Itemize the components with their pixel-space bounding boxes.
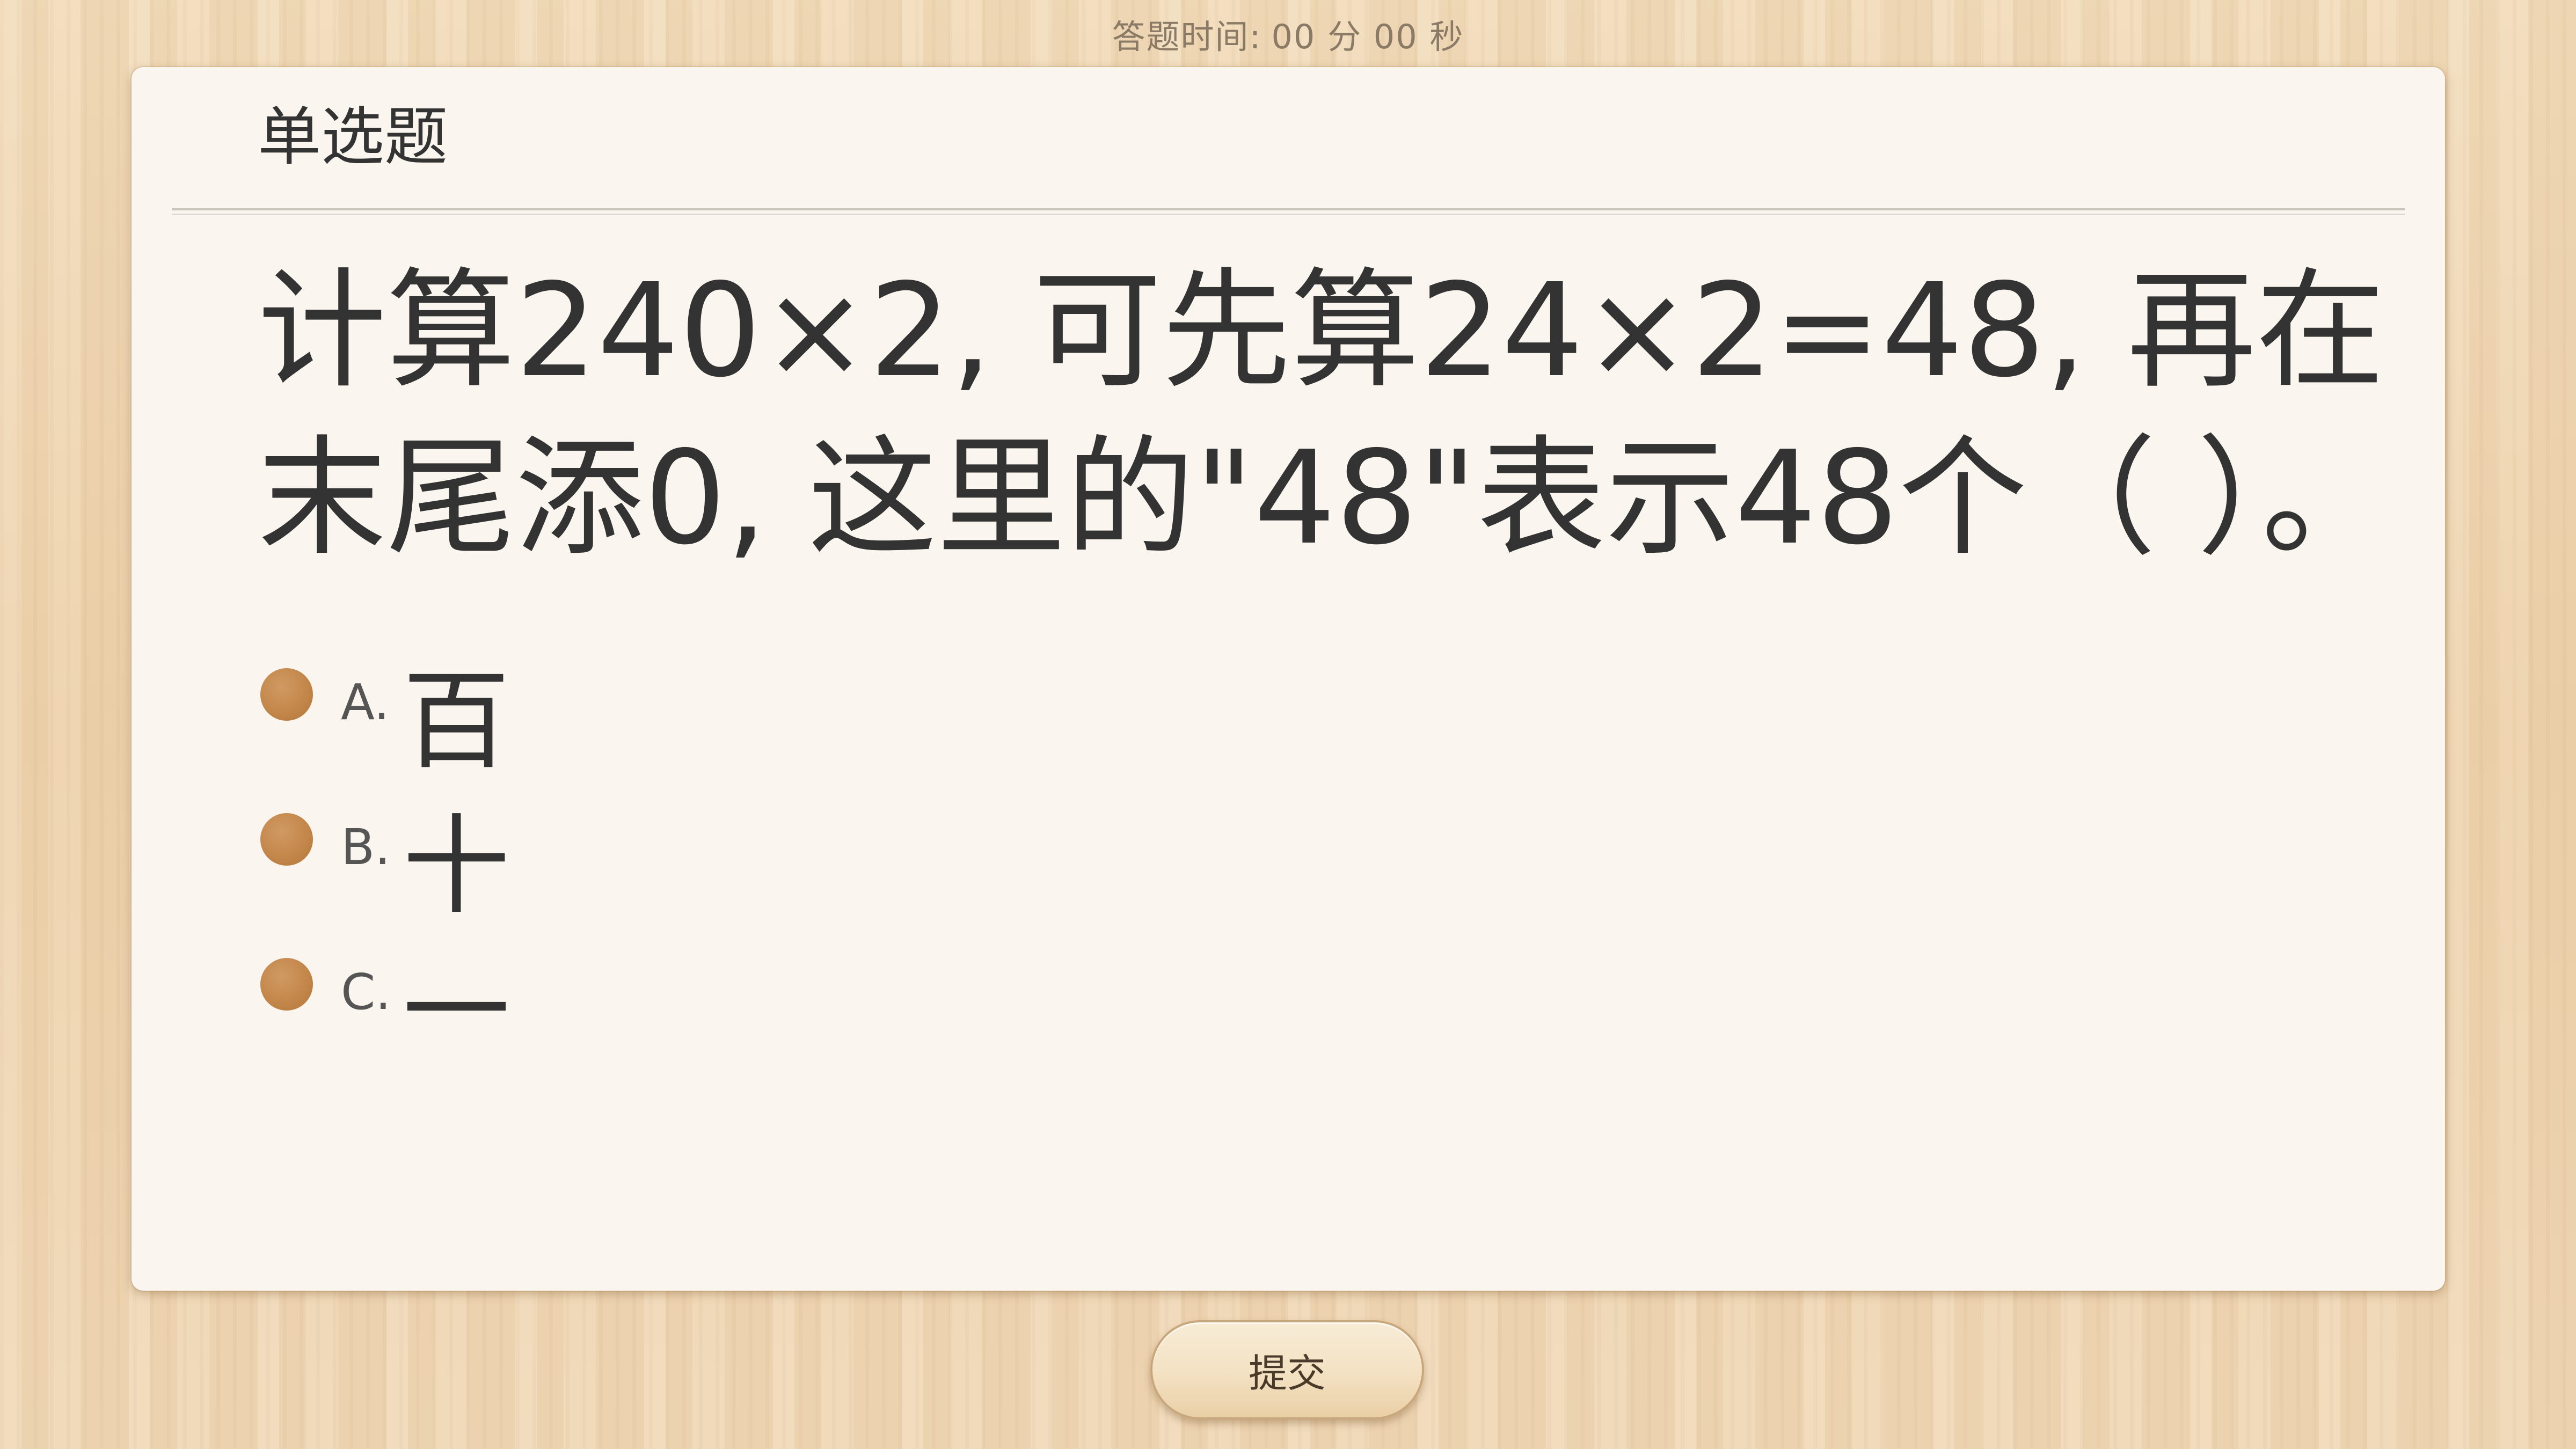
option-text: 十 <box>403 804 510 929</box>
answer-timer: 答题时间: 00 分 00 秒 <box>0 10 2576 58</box>
divider <box>172 208 2405 215</box>
timer-seconds: 00 <box>1373 17 1418 56</box>
timer-minutes: 00 <box>1271 17 1316 56</box>
option-letter: A. <box>341 674 390 731</box>
timer-seconds-unit: 秒 <box>1429 17 1464 56</box>
option-letter: B. <box>341 818 391 876</box>
question-text: 计算240×2, 可先算24×2=48, 再在末尾添0, 这里的"48"表示48… <box>258 255 2391 573</box>
option-letter: C. <box>341 963 391 1021</box>
radio-dot-icon[interactable] <box>260 958 313 1011</box>
radio-dot-icon[interactable] <box>260 668 313 721</box>
submit-button[interactable]: 提交 <box>1150 1320 1424 1419</box>
timer-minutes-unit: 分 <box>1327 17 1362 56</box>
radio-dot-icon[interactable] <box>260 813 313 866</box>
timer-label: 答题时间: <box>1112 17 1262 56</box>
question-type-label: 单选题 <box>258 100 448 174</box>
question-card: 单选题 计算240×2, 可先算24×2=48, 再在末尾添0, 这里的"48"… <box>132 67 2445 1291</box>
option-text: 百 <box>403 659 510 784</box>
option-text: 一 <box>403 949 510 1074</box>
